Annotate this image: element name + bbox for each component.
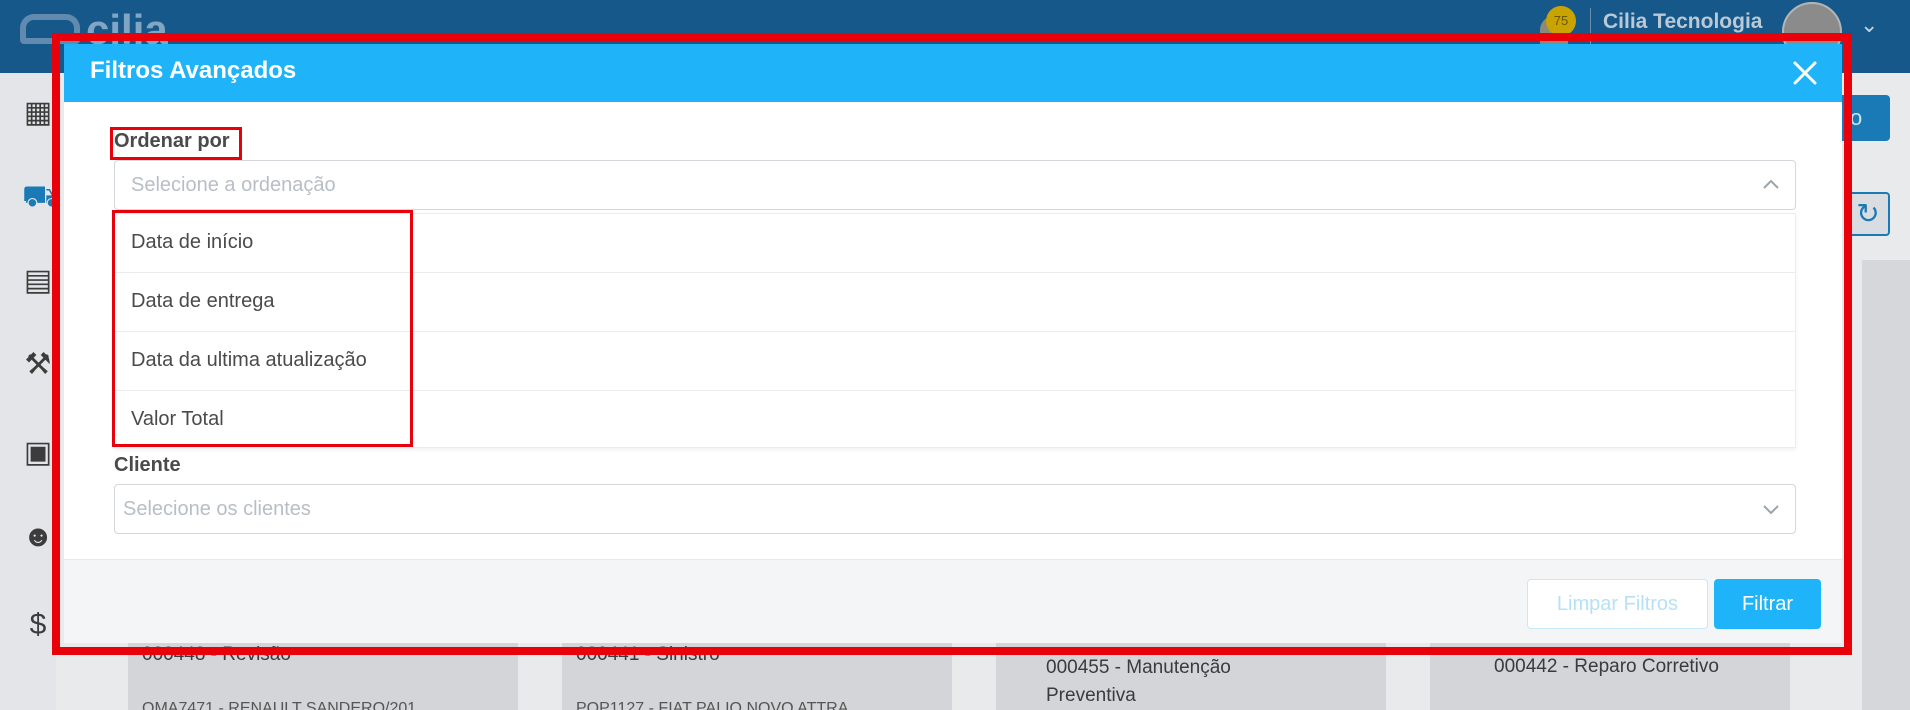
add-user-icon[interactable]: ☻: [22, 521, 54, 553]
dashboard-icon[interactable]: ▦: [22, 97, 54, 129]
order-select-placeholder: Selecione a ordenação: [131, 174, 336, 196]
card-subtitle: OMA7471 - RENAULT SANDERO/201: [142, 700, 417, 710]
chevron-up-icon: [1763, 179, 1779, 189]
client-select-placeholder: Selecione os clientes: [123, 498, 311, 520]
card-title: 000442 - Reparo Corretivo: [1494, 656, 1719, 677]
modal-footer: Limpar Filtros Filtrar: [64, 559, 1842, 643]
chevron-down-icon[interactable]: ⌄: [1860, 12, 1878, 38]
modal-header: Filtros Avançados: [64, 44, 1842, 102]
notification-badge: 75: [1546, 6, 1576, 36]
archive-icon[interactable]: ▣: [22, 437, 54, 469]
label-highlight-box: [110, 127, 242, 160]
card-subtitle: POP1127 - FIAT PALIO NOVO ATTRA: [576, 700, 849, 710]
client-label: Cliente: [114, 454, 181, 476]
wrench-icon[interactable]: ⚒: [22, 349, 54, 381]
options-highlight-box: [112, 210, 413, 447]
car-icon[interactable]: ⛟: [22, 181, 60, 213]
company-name[interactable]: Cilia Tecnologia: [1603, 10, 1762, 34]
client-select[interactable]: Selecione os clientes: [114, 484, 1796, 534]
clear-filters-button[interactable]: Limpar Filtros: [1527, 579, 1708, 629]
right-panel: [1862, 260, 1910, 710]
card-title: 000455 - Manutenção Preventiva: [1046, 657, 1231, 706]
order-select[interactable]: Selecione a ordenação: [114, 160, 1796, 210]
advanced-filters-modal: Filtros Avançados Ordenar por Selecione …: [64, 44, 1842, 643]
chevron-down-icon: [1763, 505, 1779, 515]
clipboard-icon[interactable]: ▤: [22, 265, 54, 297]
refresh-icon[interactable]: ↻: [1846, 192, 1890, 236]
modal-title: Filtros Avançados: [90, 57, 297, 84]
sidebar: ▦ ⛟ ▤ ⚒ ▣ ☻ $: [0, 73, 60, 710]
filter-button[interactable]: Filtrar: [1714, 579, 1821, 629]
dollar-icon[interactable]: $: [22, 609, 54, 641]
close-icon[interactable]: [1786, 54, 1824, 92]
